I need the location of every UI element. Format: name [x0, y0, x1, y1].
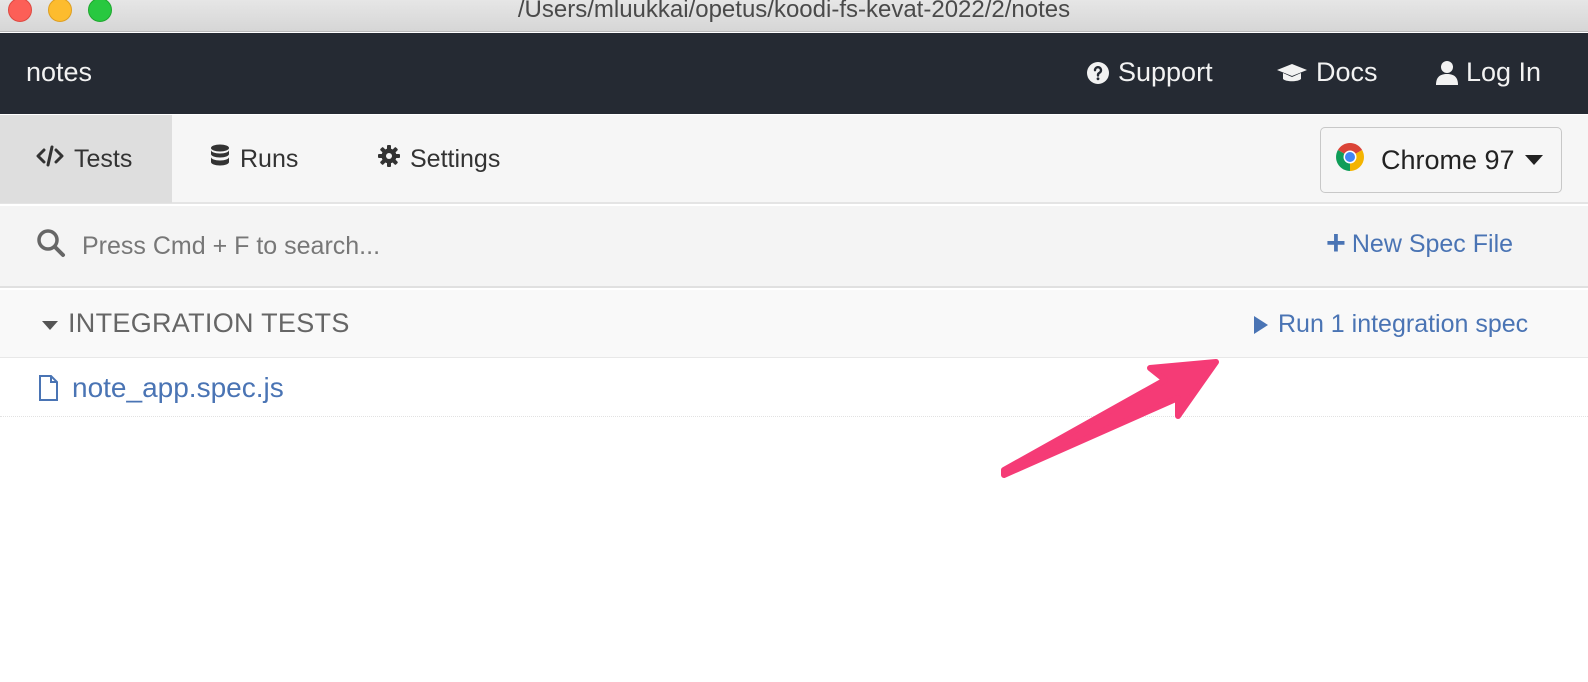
- top-nav: notes Support Docs Log In: [0, 33, 1588, 114]
- tab-tests-label: Tests: [74, 144, 133, 173]
- graduation-cap-icon: [1276, 61, 1308, 85]
- code-icon: [36, 145, 64, 174]
- spec-file-row[interactable]: note_app.spec.js: [0, 359, 1588, 417]
- window-titlebar: /Users/mluukkai/opetus/koodi-fs-kevat-20…: [0, 0, 1588, 32]
- search-bar: + New Spec File: [0, 206, 1588, 288]
- search-icon: [36, 228, 66, 263]
- integration-tests-title: INTEGRATION TESTS: [68, 308, 350, 338]
- browser-dropdown[interactable]: Chrome 97: [1320, 127, 1562, 193]
- run-integration-specs-label: Run 1 integration spec: [1278, 310, 1529, 338]
- chrome-logo-icon: [1335, 142, 1365, 179]
- tab-runs[interactable]: Runs: [210, 115, 298, 203]
- file-icon: [38, 375, 58, 406]
- user-icon: [1436, 60, 1458, 86]
- play-icon: [1254, 315, 1268, 334]
- docs-link[interactable]: Docs: [1276, 57, 1378, 88]
- support-link[interactable]: Support: [1086, 57, 1213, 88]
- window-title: /Users/mluukkai/opetus/koodi-fs-kevat-20…: [517, 0, 1071, 23]
- support-label: Support: [1118, 57, 1213, 87]
- integration-tests-header[interactable]: INTEGRATION TESTS Run 1 integration spec: [0, 290, 1588, 358]
- login-link[interactable]: Log In: [1436, 57, 1541, 88]
- tab-runs-label: Runs: [240, 144, 299, 173]
- run-integration-specs-button[interactable]: Run 1 integration spec: [1254, 310, 1528, 339]
- search-input[interactable]: [82, 226, 882, 266]
- database-icon: [210, 144, 230, 175]
- docs-label: Docs: [1316, 57, 1378, 87]
- browser-selected-label: Chrome 97: [1381, 144, 1515, 175]
- question-circle-icon: [1086, 61, 1110, 85]
- new-spec-file-label: New Spec File: [1351, 230, 1514, 258]
- chevron-down-icon: [1524, 155, 1543, 165]
- gear-icon: [378, 144, 400, 174]
- tab-settings-label: Settings: [410, 144, 501, 173]
- project-name: notes: [26, 57, 93, 87]
- tab-settings[interactable]: Settings: [378, 115, 500, 203]
- new-spec-file-button[interactable]: + New Spec File: [1326, 223, 1514, 262]
- spec-file-name[interactable]: note_app.spec.js: [72, 372, 284, 404]
- tab-tests[interactable]: Tests: [0, 115, 172, 203]
- plus-icon: +: [1326, 223, 1346, 262]
- caret-down-icon[interactable]: [42, 321, 58, 330]
- login-label: Log In: [1466, 57, 1542, 87]
